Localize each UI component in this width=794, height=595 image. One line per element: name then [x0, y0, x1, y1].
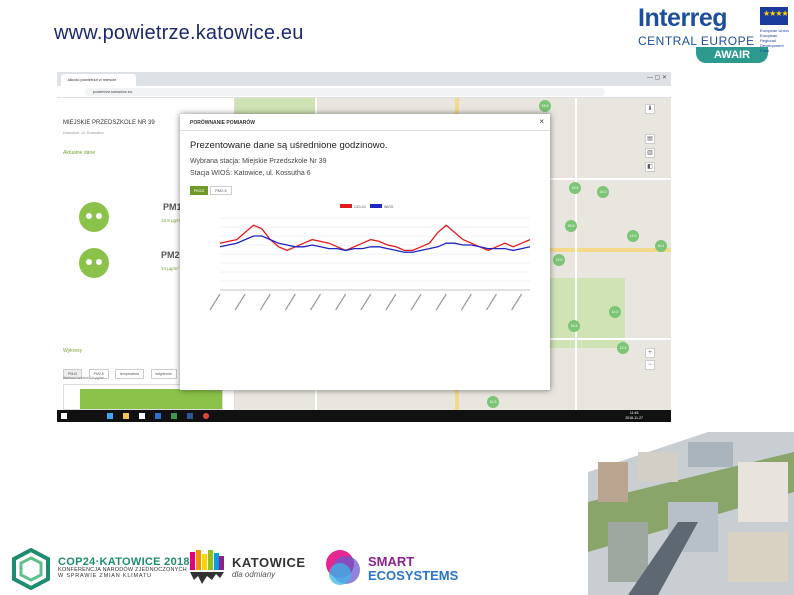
close-icon[interactable]: × — [539, 117, 544, 126]
taskbar-clock: 11:45 2018-11-27 — [625, 411, 643, 421]
word-icon[interactable] — [187, 413, 193, 419]
current-data-heading: Aktualne dane — [63, 150, 95, 156]
eu-text: European Union European Regional Develop… — [760, 28, 789, 53]
interreg-word: Interreg — [638, 4, 728, 32]
x-tick-label — [460, 293, 472, 311]
station-title: MIEJSKIE PRZEDSZKOLE NR 39 — [63, 120, 155, 126]
x-tick-label — [310, 293, 322, 311]
pm25-face-icon — [79, 248, 109, 278]
modal-heading: Prezentowane dane są uśrednione godzinow… — [190, 140, 388, 151]
comparison-modal: PORÓWNANIE POMIARÓW × Prezentowane dane … — [180, 114, 550, 390]
pm25-value: 14 µg/m³ — [161, 266, 179, 271]
katowice-line1: KATOWICE — [232, 555, 306, 570]
comparison-chart: CZ0-24 WIOS — [209, 204, 531, 311]
address-bar: powietrze.katowice.eu — [57, 86, 671, 98]
map-marker[interactable]: 16.5 — [568, 320, 580, 332]
legend-swatch — [340, 204, 352, 208]
mini-chart-fill — [80, 389, 222, 409]
map-marker[interactable]: 13.0 — [553, 254, 565, 266]
address-field[interactable]: powietrze.katowice.eu — [85, 88, 605, 96]
zoom-in-button[interactable]: + — [645, 348, 655, 358]
map-compass-icon[interactable]: ⬇ — [645, 104, 655, 114]
x-tick-label — [360, 293, 372, 311]
awair-badge: AWAIR — [696, 47, 768, 63]
katowice-logo-icon — [190, 550, 224, 584]
zoom-out-button[interactable]: − — [645, 360, 655, 370]
pm10-face-icon — [79, 202, 109, 232]
folder-icon[interactable] — [123, 413, 129, 419]
chart-btn-humidity[interactable]: wilgotność — [150, 369, 177, 379]
selected-station: Wybrana stacja: Miejskie Przedszkole Nr … — [190, 158, 327, 165]
edge-icon[interactable] — [107, 413, 113, 419]
interreg-sub: CENTRAL EUROPE — [638, 34, 755, 48]
x-tick-label — [335, 293, 347, 311]
window-controls[interactable]: — ▢ ✕ — [647, 74, 667, 81]
smart-line2: ECOSYSTEMS — [368, 568, 459, 583]
map-marker[interactable]: 15.6 — [569, 182, 581, 194]
katowice-line2: dla odmiany — [232, 570, 276, 579]
map-marker[interactable]: 16.3 — [487, 396, 499, 408]
clock-date: 2018-11-27 — [625, 416, 643, 420]
charts-heading: Wykresy — [63, 348, 83, 354]
pm10-button[interactable]: PM10 — [190, 186, 208, 195]
map-marker[interactable]: 16.0 — [597, 186, 609, 198]
map-filter-icon[interactable]: ▥ — [645, 148, 655, 158]
map-layer-icon[interactable]: ▤ — [645, 134, 655, 144]
cop24-logo-icon — [12, 548, 50, 590]
smart-ecosystems-logo-icon — [326, 550, 360, 585]
chart-btn-temperature[interactable]: temperatura — [115, 369, 145, 379]
slide-url-title: www.powietrze.katowice.eu — [54, 22, 304, 44]
cop-line3: W SPRAWIE ZMIAN KLIMATU — [58, 573, 152, 579]
map-road — [575, 98, 577, 410]
legend-swatch — [370, 204, 382, 208]
map-marker[interactable]: 18.9 — [539, 100, 551, 112]
modal-title: PORÓWNANIE POMIARÓW — [190, 120, 255, 126]
chrome-icon[interactable] — [203, 413, 209, 419]
modal-divider — [180, 130, 550, 131]
browser-tab[interactable]: Jakość powietrza w mieście — [61, 74, 136, 86]
excel-icon[interactable] — [171, 413, 177, 419]
eu-flag-icon: ★★★★ — [760, 7, 789, 25]
store-icon[interactable] — [139, 413, 145, 419]
x-tick-label — [259, 293, 271, 311]
map-marker[interactable]: 16.4 — [655, 240, 667, 252]
map-marker[interactable]: 14.0 — [609, 306, 621, 318]
browser-tab-bar: Jakość powietrza w mieście — ▢ ✕ — [57, 72, 671, 86]
wios-station: Stacja WIOŚ: Katowice, ul. Kossutha 6 — [190, 170, 311, 177]
interreg-logo: Interreg CENTRAL EUROPE AWAIR ★★★★ Europ… — [634, 4, 794, 64]
windows-start-icon[interactable] — [61, 413, 67, 419]
x-tick-label — [485, 293, 497, 311]
legend-label: CZ0-24 — [354, 205, 366, 209]
legend-label: WIOS — [384, 205, 394, 209]
mail-icon[interactable] — [155, 413, 161, 419]
taskbar: 11:45 2018-11-27 — [57, 410, 671, 422]
pm25-button[interactable]: PM2.5 — [210, 186, 232, 195]
x-tick-label — [511, 293, 523, 311]
x-tick-label — [234, 293, 246, 311]
city-photo — [588, 432, 794, 595]
map-marker[interactable]: 13.2 — [617, 342, 629, 354]
map-marker[interactable]: 13.0 — [627, 230, 639, 242]
map-marker[interactable]: 15.9 — [565, 220, 577, 232]
x-tick-label — [410, 293, 422, 311]
x-tick-label — [385, 293, 397, 311]
x-tick-label — [209, 293, 221, 311]
x-tick-label — [435, 293, 447, 311]
map-chart-icon[interactable]: ◧ — [645, 162, 655, 172]
chart-note: Wartości średnie 1h µg/m³ — [63, 376, 104, 380]
x-tick-label — [284, 293, 296, 311]
series-line-1 — [219, 235, 531, 253]
smart-line1: SMART — [368, 554, 415, 569]
station-subtitle: Katowice, ul. Kossutha — [63, 130, 104, 135]
screenshot: Jakość powietrza w mieście — ▢ ✕ powietr… — [57, 72, 671, 422]
